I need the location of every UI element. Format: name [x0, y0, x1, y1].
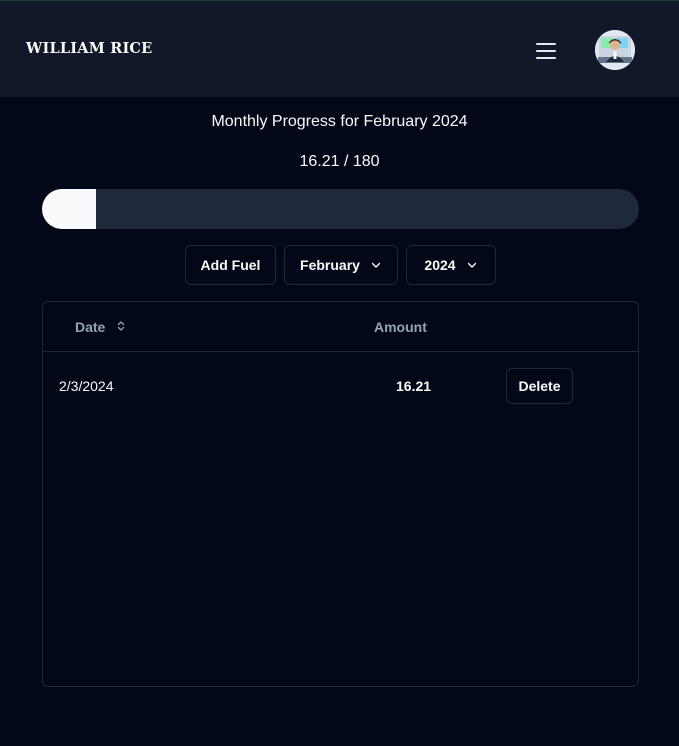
- column-header-date[interactable]: Date: [75, 319, 105, 335]
- page-title: Monthly Progress for February 2024: [211, 113, 468, 130]
- user-avatar[interactable]: [595, 30, 635, 70]
- column-header-amount: Amount: [374, 319, 427, 335]
- avatar-image: [595, 30, 635, 70]
- progress-bar: [42, 189, 639, 229]
- add-fuel-button[interactable]: Add Fuel: [185, 245, 276, 285]
- year-select-value: 2024: [424, 257, 456, 273]
- table-header: Date Amount: [43, 302, 638, 352]
- progress-bar-fill: [42, 189, 96, 229]
- brand-name[interactable]: WILLIAM RICE: [26, 40, 152, 57]
- month-select-value: February: [300, 257, 360, 273]
- add-fuel-label: Add Fuel: [200, 257, 261, 273]
- delete-button[interactable]: Delete: [506, 368, 573, 404]
- sort-icon[interactable]: [116, 320, 126, 332]
- row-amount: 16.21: [396, 378, 432, 394]
- year-select[interactable]: 2024: [406, 245, 496, 285]
- chevron-down-icon: [467, 262, 476, 268]
- hamburger-menu-icon[interactable]: [534, 39, 558, 63]
- month-select[interactable]: February: [284, 245, 398, 285]
- progress-value: 16.21 / 180: [299, 153, 380, 170]
- fuel-table: Date Amount 2/3/2024 16.21 Delete: [42, 301, 639, 687]
- app-header: WILLIAM RICE: [0, 0, 679, 97]
- delete-button-label: Delete: [518, 378, 561, 394]
- chevron-down-icon: [371, 262, 381, 268]
- row-date: 2/3/2024: [59, 378, 114, 394]
